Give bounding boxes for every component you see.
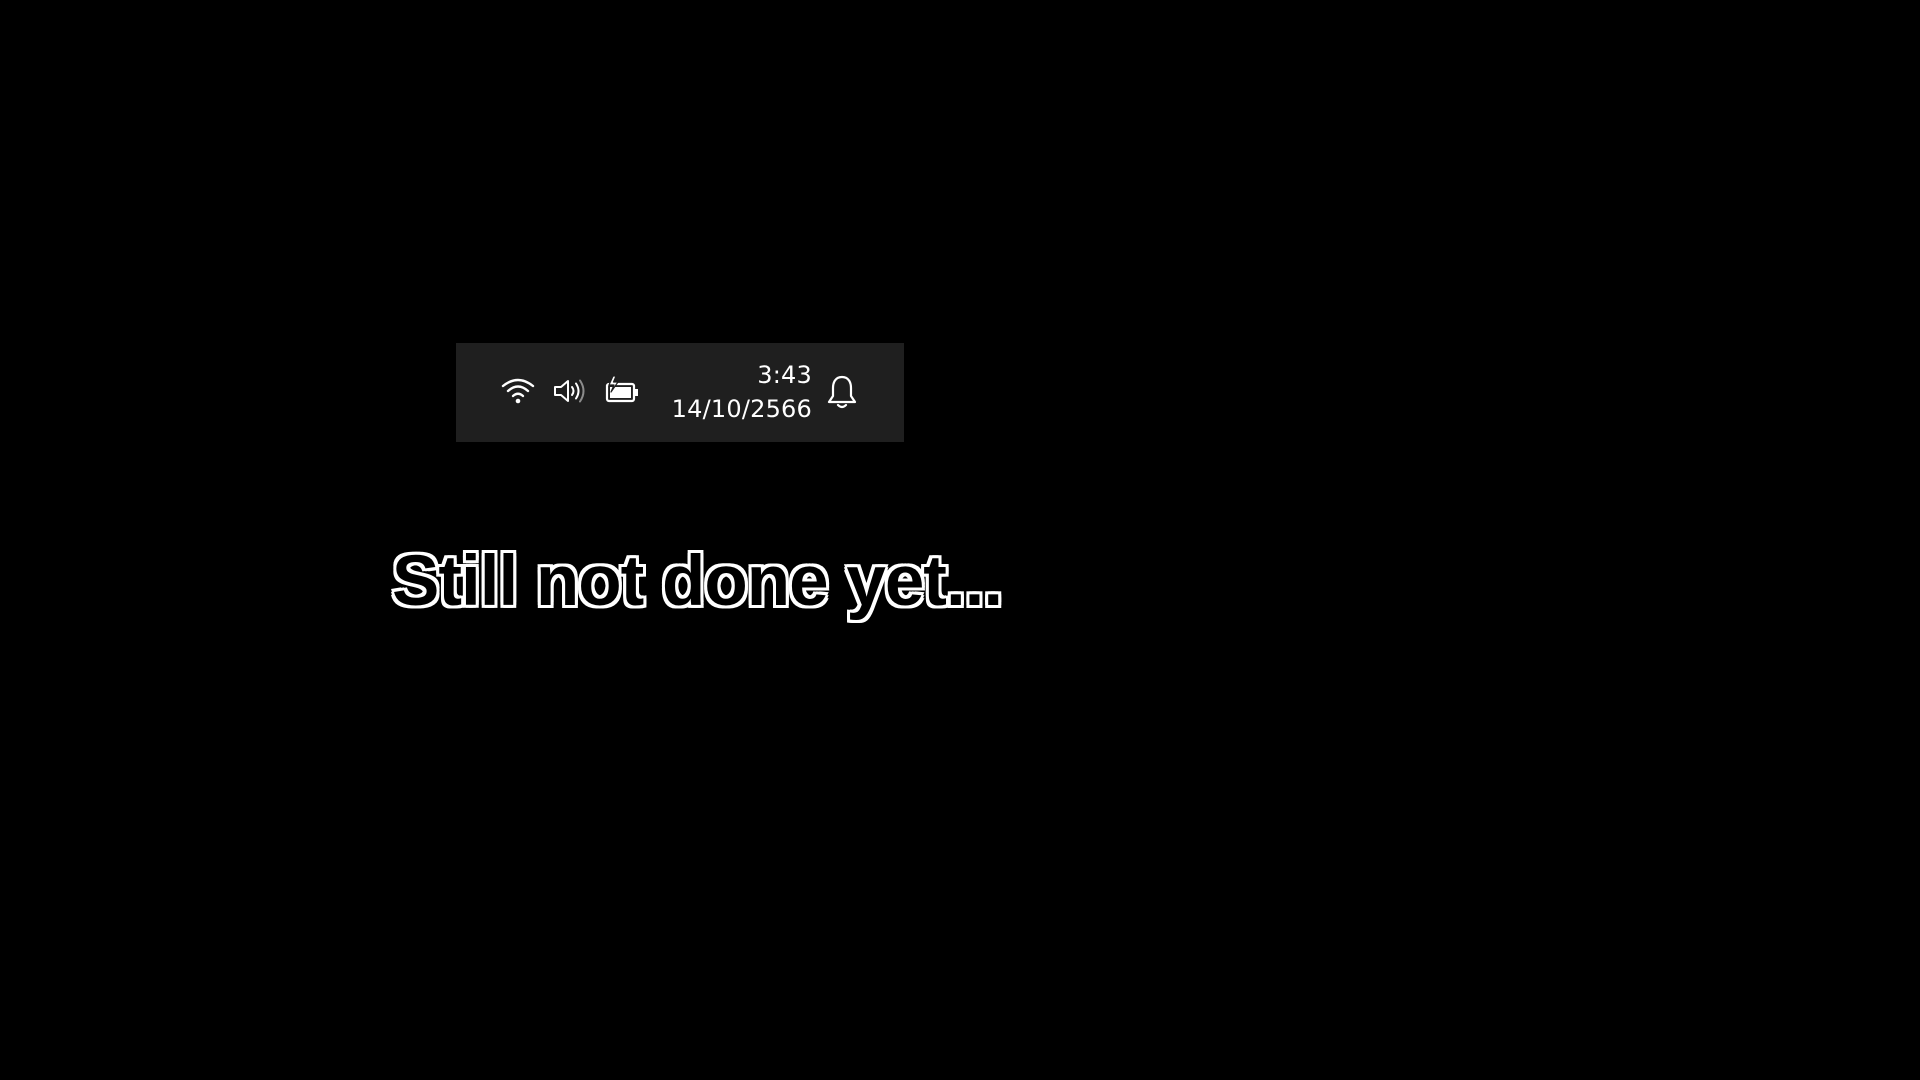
wifi-icon[interactable] [500, 375, 536, 407]
system-tray: 3:43 14/10/2566 [456, 343, 904, 442]
clock[interactable]: 3:43 14/10/2566 [656, 358, 812, 426]
volume-icon[interactable] [552, 375, 588, 407]
bell-icon[interactable] [826, 374, 858, 410]
clock-date: 14/10/2566 [671, 395, 812, 423]
clock-time: 3:43 [757, 361, 812, 389]
caption: Still not done yet... [392, 532, 1012, 632]
caption-text: Still not done yet... [392, 542, 1003, 621]
battery-charging-icon[interactable] [604, 374, 642, 408]
screen: 3:43 14/10/2566 Still not done yet... [0, 0, 1920, 1080]
